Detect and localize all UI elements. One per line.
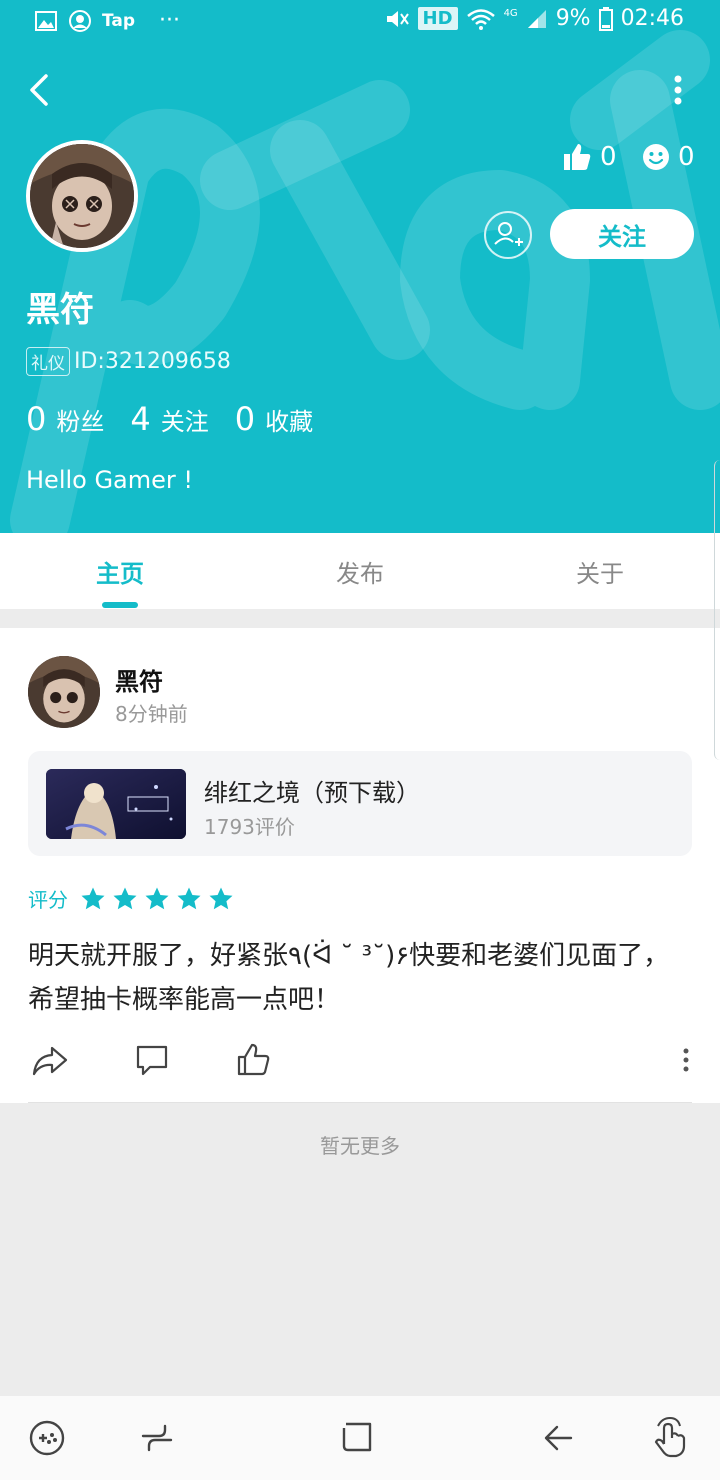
- divider: [28, 1102, 692, 1103]
- tab-home[interactable]: 主页: [0, 533, 240, 609]
- profile-header: Tap ··· HD 4G 9% 02:46 0 0 关注 黑符 礼仪 ID:3…: [0, 0, 720, 533]
- post-more-button[interactable]: [680, 1048, 692, 1072]
- game-review-count: 1793评价: [204, 815, 295, 839]
- profile-username: 黑符: [26, 290, 94, 330]
- tab-posts[interactable]: 发布: [240, 533, 480, 609]
- rating-row: 评分: [28, 884, 240, 913]
- follow-button[interactable]: 关注: [550, 209, 694, 259]
- star-icon: [113, 887, 137, 909]
- like-button[interactable]: [234, 1040, 274, 1080]
- post-timestamp: 8分钟前: [115, 702, 188, 726]
- favorites-label[interactable]: 收藏: [265, 402, 313, 437]
- etiquette-badge[interactable]: 礼仪: [26, 347, 70, 376]
- back-button[interactable]: [22, 70, 58, 110]
- wifi-icon: [466, 8, 495, 30]
- add-friend-button[interactable]: [483, 210, 533, 260]
- profile-avatar[interactable]: [26, 140, 138, 252]
- star-icon: [81, 887, 105, 909]
- followers-label[interactable]: 粉丝: [56, 402, 104, 437]
- clock: 02:46: [620, 6, 684, 31]
- game-thumbnail: [46, 769, 186, 839]
- profile-stats: 0 粉丝 4 关注 0 收藏: [26, 400, 339, 438]
- comment-button[interactable]: [132, 1040, 172, 1080]
- followers-count[interactable]: 0: [26, 400, 46, 438]
- star-icon: [209, 887, 233, 909]
- likes-count: 0: [600, 142, 617, 172]
- reactions-stat[interactable]: 0: [642, 142, 695, 172]
- avatar-image: [30, 144, 134, 248]
- rating-label: 评分: [28, 888, 68, 912]
- system-nav-bar: [0, 1396, 720, 1480]
- star-icon: [145, 887, 169, 909]
- home-icon[interactable]: [334, 1414, 382, 1462]
- watermark-logo: [10, 30, 720, 533]
- back-nav-icon[interactable]: [535, 1414, 583, 1462]
- share-button[interactable]: [30, 1040, 70, 1080]
- gallery-icon: [35, 10, 57, 31]
- touch-gesture-icon[interactable]: [648, 1414, 696, 1462]
- active-tab-indicator: [102, 602, 138, 608]
- game-link-card[interactable]: 绯红之境（预下载） 1793评价: [28, 751, 692, 856]
- post-body-text: 明天就开服了，好紧张٩(ᐛ ˘ ³˘)۶快要和老婆们见面了，希望抽卡概率能高一点…: [28, 941, 670, 1015]
- more-notifications: ···: [159, 8, 181, 33]
- no-more-text: 暂无更多: [320, 1134, 400, 1158]
- game-launcher-icon[interactable]: [23, 1414, 71, 1462]
- following-count[interactable]: 4: [130, 400, 150, 438]
- game-cover-image: [46, 769, 186, 839]
- likes-stat[interactable]: 0: [562, 142, 617, 172]
- tap-app-label: Tap: [102, 10, 136, 31]
- recents-icon[interactable]: [133, 1414, 181, 1462]
- account-icon: [69, 9, 91, 32]
- reactions-count: 0: [678, 142, 695, 172]
- favorites-count[interactable]: 0: [235, 400, 255, 438]
- following-label[interactable]: 关注: [161, 402, 209, 437]
- smiley-icon: [643, 144, 669, 170]
- tab-about[interactable]: 关于: [480, 533, 720, 609]
- status-bar: Tap ··· HD 4G 9% 02:46: [0, 0, 720, 40]
- star-icon: [177, 887, 201, 909]
- thumbs-up-icon: [564, 144, 591, 170]
- game-title: 绯红之境（预下载）: [204, 779, 420, 807]
- scroll-edge-handle[interactable]: [714, 460, 720, 760]
- battery-percent: 9%: [555, 6, 591, 31]
- signal-icon: [527, 9, 546, 28]
- battery-icon: [598, 6, 613, 31]
- network-type: 4G: [503, 8, 518, 19]
- hd-badge: HD: [417, 7, 458, 30]
- profile-bio: Hello Gamer !: [26, 466, 194, 494]
- post-author-avatar[interactable]: [28, 656, 100, 728]
- post-card[interactable]: 黑符 8分钟前 绯红之境（预下载） 1793评价 评分 明天就开服了，好紧张٩(…: [0, 628, 720, 1103]
- id-row: 礼仪 ID:321209658: [26, 347, 231, 376]
- profile-tabs: 主页 发布 关于: [0, 533, 720, 609]
- avatar-image: [28, 656, 100, 728]
- more-options-button[interactable]: [672, 74, 684, 106]
- user-id: ID:321209658: [74, 349, 231, 374]
- mute-icon: [386, 10, 409, 27]
- post-author-name[interactable]: 黑符: [115, 662, 163, 697]
